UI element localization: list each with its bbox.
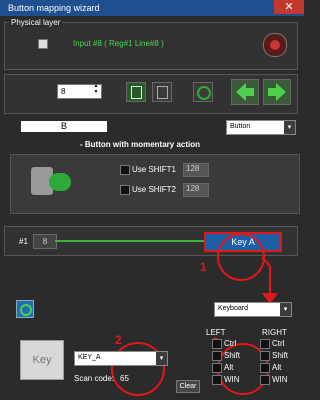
left-win-label: WIN	[224, 375, 240, 384]
right-ctrl-checkbox[interactable]	[260, 339, 270, 349]
left-modifiers-header: LEFT	[206, 328, 226, 337]
power-icon	[20, 304, 32, 316]
annotation-circle-1	[217, 233, 265, 281]
left-ctrl-checkbox[interactable]	[212, 339, 222, 349]
right-win-checkbox[interactable]	[260, 375, 270, 385]
chevron-down-icon: ▾	[280, 303, 291, 316]
right-alt-checkbox[interactable]	[260, 363, 270, 373]
annotation-number-1: 1	[200, 260, 207, 274]
left-shift-label: Shift	[224, 351, 241, 360]
right-win-label: WIN	[272, 375, 288, 384]
output-mode-value: Keyboard	[218, 305, 248, 312]
left-win-checkbox[interactable]	[212, 375, 222, 385]
output-mode-dropdown[interactable]: Keyboard ▾	[214, 302, 292, 317]
right-shift-label: Shift	[272, 351, 289, 360]
right-modifiers-header: RIGHT	[262, 328, 287, 337]
chevron-down-icon: ▾	[156, 352, 167, 365]
key-assignment-panel: Key KEY_A ▾ Scan code: 65 Clear LEFT RIG…	[4, 322, 296, 396]
keycap-icon: Key	[20, 340, 64, 380]
left-alt-label: Alt	[224, 363, 234, 372]
left-shift-checkbox[interactable]	[212, 351, 222, 361]
right-shift-checkbox[interactable]	[260, 351, 270, 361]
clear-button[interactable]: Clear	[176, 380, 200, 393]
scan-code-label: Scan code:	[74, 374, 115, 383]
right-ctrl-label: Ctrl	[272, 339, 285, 348]
scan-code-value: 65	[120, 374, 129, 383]
output-enable-button[interactable]	[16, 300, 34, 318]
key-dropdown-value: KEY_A	[78, 354, 101, 361]
key-dropdown[interactable]: KEY_A ▾	[74, 351, 168, 366]
left-alt-checkbox[interactable]	[212, 363, 222, 373]
right-alt-label: Alt	[272, 363, 282, 372]
left-ctrl-label: Ctrl	[224, 339, 237, 348]
